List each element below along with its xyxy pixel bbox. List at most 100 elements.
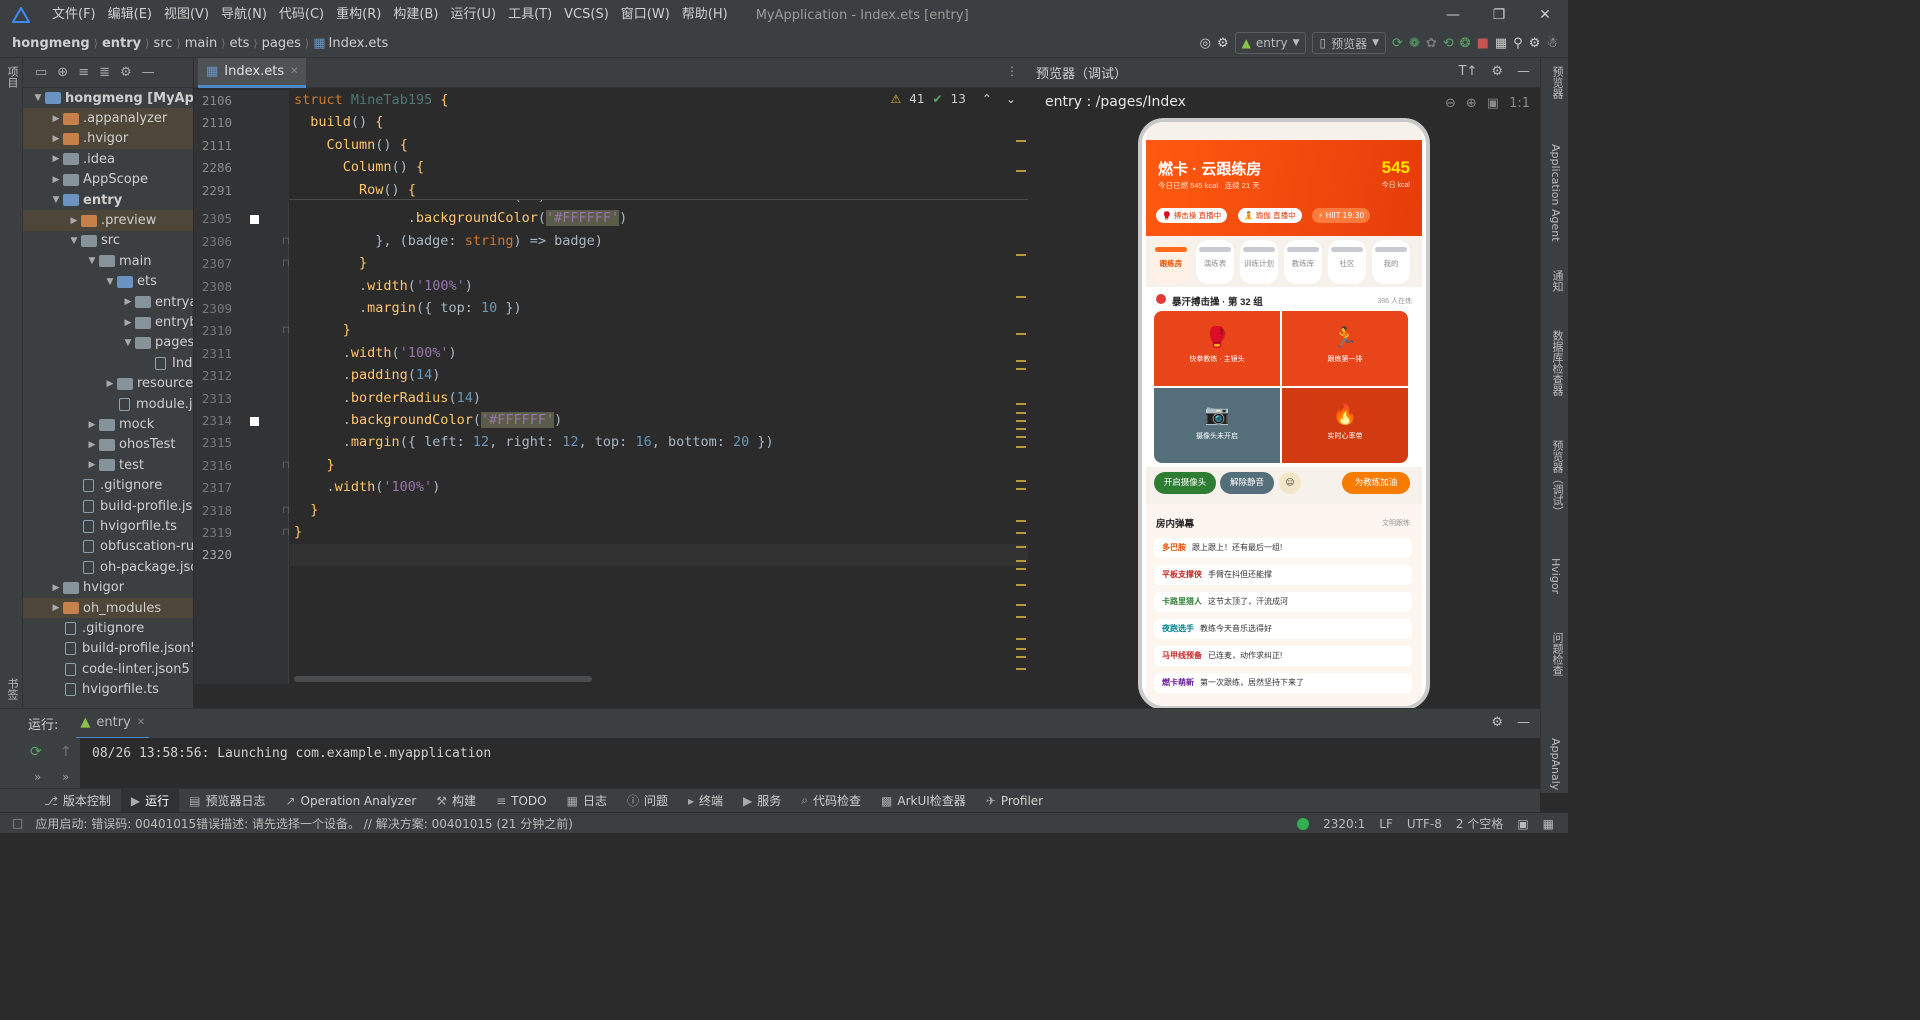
right-tool-button[interactable]: 预览器 <box>1549 66 1565 99</box>
zoom-in-icon[interactable]: ⊕ <box>1466 96 1477 111</box>
rerun-icon[interactable]: ⟳ <box>30 744 42 760</box>
collapse-all-icon[interactable]: ≣ <box>99 65 110 80</box>
warning-stripe-mark[interactable] <box>1016 360 1026 362</box>
warning-stripe-mark[interactable] <box>1016 296 1026 298</box>
menu-item[interactable]: 代码(C) <box>273 0 330 30</box>
tree-item[interactable]: ▶ .hvigor <box>23 128 193 150</box>
warning-stripe-mark[interactable] <box>1016 638 1026 640</box>
chevron-right-icon[interactable]: ▶ <box>85 440 99 450</box>
sticky-code-line[interactable]: Column() { <box>294 137 408 153</box>
fold-icon[interactable]: ⊓ <box>282 527 290 538</box>
chevron-right-icon[interactable]: ▶ <box>49 134 63 144</box>
chevron-right-icon[interactable]: ▶ <box>103 379 117 389</box>
status-ok-icon[interactable] <box>1297 817 1310 830</box>
fit-screen-icon[interactable]: ▣ <box>1487 96 1499 111</box>
chevron-down-icon[interactable]: ▼ <box>85 256 99 266</box>
device-select[interactable]: ▯ 预览器 ▼ <box>1312 32 1387 54</box>
actual-size-icon[interactable]: 1:1 <box>1509 96 1530 111</box>
locate-file-icon[interactable]: ⊕ <box>57 65 68 80</box>
tree-item[interactable]: ▶ entryb <box>23 312 193 332</box>
warning-stripe-mark[interactable] <box>1016 546 1026 548</box>
tab-index-ets[interactable]: ▦ Index.ets ✕ <box>198 58 307 88</box>
warning-stripe-mark[interactable] <box>1016 368 1026 370</box>
tree-item[interactable]: build-profile.jso <box>23 496 193 516</box>
bottom-tab[interactable]: ↗ Operation Analyzer <box>275 789 426 813</box>
expand-icon[interactable]: » <box>34 770 41 784</box>
tree-item[interactable]: ▶ hvigor <box>23 578 193 598</box>
video-tile[interactable]: 🔥 实时心率带 <box>1282 388 1408 463</box>
sticky-code-line[interactable]: struct MineTab195 { <box>294 92 448 108</box>
chat-author[interactable]: 卡路里猎人 <box>1162 597 1202 606</box>
project-tool-button[interactable]: 项目 <box>4 66 20 88</box>
bottom-tab[interactable]: ⌕ 代码检查 <box>791 789 871 813</box>
maximize-button[interactable]: ❐ <box>1476 0 1522 30</box>
app-nav-item[interactable]: 我的 <box>1372 240 1410 284</box>
sticky-code-line[interactable]: Column() { <box>294 159 424 175</box>
right-tool-button[interactable]: 数据库检查器 <box>1549 330 1565 396</box>
menu-item[interactable]: 帮助(H) <box>676 0 734 30</box>
chat-author[interactable]: 马甲线预备 <box>1162 651 1202 660</box>
hide-panel-icon[interactable]: — <box>1517 715 1530 730</box>
warning-stripe-mark[interactable] <box>1016 568 1026 570</box>
close-window-button[interactable]: ✕ <box>1522 0 1568 30</box>
bottom-tab[interactable]: ⓘ 问题 <box>617 789 678 813</box>
more-options-icon[interactable]: ⋮ <box>1006 64 1018 78</box>
chevron-right-icon[interactable]: ▶ <box>85 460 99 470</box>
app-nav-item[interactable]: 跟练房 <box>1152 240 1190 284</box>
warning-stripe-mark[interactable] <box>1016 480 1026 482</box>
menu-item[interactable]: 重构(R) <box>330 0 387 30</box>
bottom-tab[interactable]: ▸ 终端 <box>678 789 733 813</box>
warning-stripe-mark[interactable] <box>1016 668 1026 670</box>
tree-item[interactable]: ▶ .appanalyzer <box>23 108 193 129</box>
warning-stripe-mark[interactable] <box>1016 412 1026 414</box>
fold-icon[interactable]: ⊓ <box>282 505 290 516</box>
chevron-right-icon[interactable]: ▶ <box>49 154 63 164</box>
tree-item[interactable]: build-profile.json5 <box>23 639 193 659</box>
warning-stripe-mark[interactable] <box>1016 420 1026 422</box>
bottom-tab[interactable]: ▦ 日志 <box>557 789 617 813</box>
close-tab-icon[interactable]: ✕ <box>137 717 145 728</box>
right-tool-button[interactable]: Application Agent <box>1549 144 1562 242</box>
chat-author[interactable]: 多巴胺 <box>1162 543 1186 552</box>
warning-stripe-mark[interactable] <box>1016 584 1026 586</box>
bottom-tab[interactable]: ▩ ArkUI检查器 <box>871 789 976 813</box>
tree-item[interactable]: ▼ main <box>23 251 193 271</box>
tree-item[interactable]: ▼ pages <box>23 333 193 353</box>
warning-stripe-mark[interactable] <box>1016 520 1026 522</box>
warning-stripe-mark[interactable] <box>1016 254 1026 256</box>
breadcrumb-item[interactable]: Index.ets <box>329 36 389 51</box>
warning-stripe-mark[interactable] <box>1016 532 1026 534</box>
indent-setting[interactable]: 2 个空格 <box>1456 815 1503 832</box>
tree-item[interactable]: ▼ ets <box>23 272 193 292</box>
previous-issue-icon[interactable]: ⌃ <box>982 92 992 106</box>
tree-item[interactable]: code-linter.json5 <box>23 659 193 679</box>
warning-stripe-mark[interactable] <box>1016 446 1026 448</box>
right-tool-button[interactable]: 问题检查 <box>1549 632 1565 676</box>
tree-item[interactable]: oh-package.jso <box>23 557 193 577</box>
warning-stripe-mark[interactable] <box>1016 436 1026 438</box>
device-manager-icon[interactable]: ▦ <box>1495 32 1507 54</box>
hide-panel-icon[interactable]: — <box>142 65 155 80</box>
warning-stripe-mark[interactable] <box>1016 656 1026 658</box>
tree-item[interactable]: module.js <box>23 394 193 414</box>
tree-item[interactable]: Ind <box>23 353 193 373</box>
tree-item[interactable]: ▶ .idea <box>23 149 193 169</box>
menu-item[interactable]: VCS(S) <box>558 0 615 30</box>
menu-item[interactable]: 导航(N) <box>215 0 273 30</box>
reaction-emoji-button[interactable]: ☺ <box>1279 472 1301 494</box>
video-tile[interactable]: 📷 摄像头未开启 <box>1154 388 1280 463</box>
live-chip-hiit[interactable]: ⚡ HIIT 19:30 <box>1312 208 1371 223</box>
chevron-down-icon[interactable]: ▼ <box>49 195 63 205</box>
tree-item[interactable]: ▶ AppScope <box>23 170 193 190</box>
tree-item[interactable]: .gitignore <box>23 618 193 638</box>
chevron-right-icon[interactable]: ▶ <box>121 318 135 328</box>
bottom-tab[interactable]: ▶ 服务 <box>733 789 791 813</box>
breadcrumb-item[interactable]: main <box>185 36 217 51</box>
error-stripe[interactable] <box>1014 128 1028 684</box>
warning-stripe-mark[interactable] <box>1016 604 1026 606</box>
run-tab-entry[interactable]: ▲ entry ✕ <box>76 709 150 739</box>
next-issue-icon[interactable]: ⌄ <box>1006 92 1016 106</box>
chevron-down-icon[interactable]: ▼ <box>67 236 81 246</box>
menu-item[interactable]: 窗口(W) <box>615 0 676 30</box>
right-tool-button[interactable]: 预览器（调试） <box>1549 440 1565 517</box>
